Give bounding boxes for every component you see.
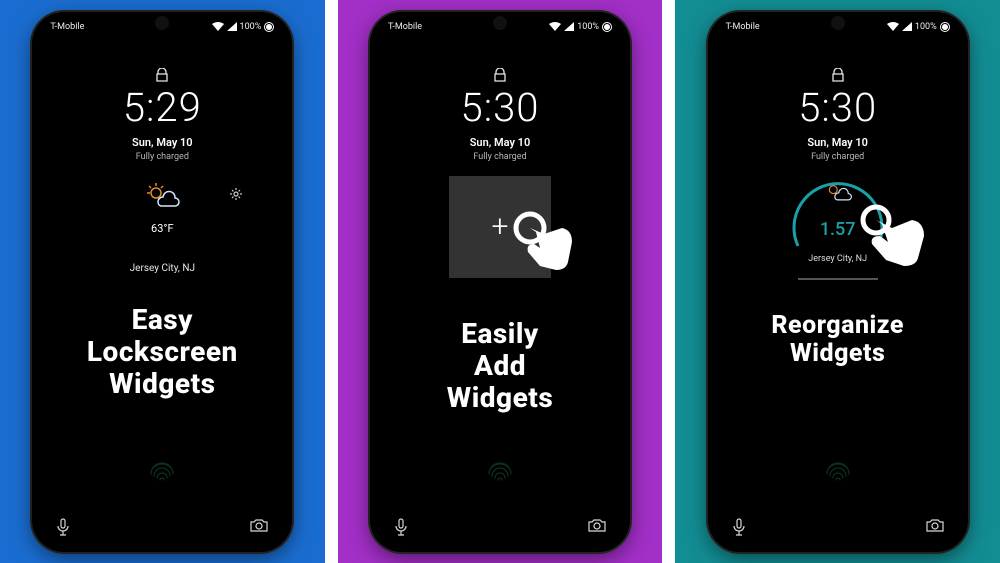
battery-text: 100% <box>915 22 937 32</box>
mic-icon[interactable] <box>394 518 408 536</box>
battery-icon <box>602 22 612 32</box>
clock-time: 5:29 <box>123 88 202 128</box>
camera-icon[interactable] <box>926 518 944 532</box>
lock-icon <box>156 68 168 82</box>
promo-panel-3: T-Mobile 100% 5:30 Sun, May 10 Fully cha… <box>675 0 1000 563</box>
promo-caption: ReorganizeWidgets <box>708 312 968 370</box>
charge-status: Fully charged <box>136 152 189 162</box>
status-bar: T-Mobile 100% <box>370 22 630 32</box>
battery-icon <box>940 22 950 32</box>
fingerprint-icon[interactable] <box>483 454 517 488</box>
fingerprint-icon[interactable] <box>821 454 855 488</box>
carrier-label: T-Mobile <box>50 22 84 32</box>
wifi-icon <box>887 22 899 31</box>
phone-frame: T-Mobile 100% 5:29 Sun, May 10 Fully cha… <box>32 12 292 552</box>
mic-icon[interactable] <box>732 518 746 536</box>
battery-icon <box>264 22 274 32</box>
bottom-shortcuts <box>32 518 292 536</box>
sun-cloud-icon <box>823 181 853 203</box>
drag-hand-icon <box>858 202 928 272</box>
charge-status: Fully charged <box>473 152 526 162</box>
clock-date: Sun, May 10 <box>132 136 193 149</box>
clock-date: Sun, May 10 <box>470 136 531 149</box>
clock-time: 5:30 <box>461 88 540 128</box>
temperature: 63°F <box>151 222 174 235</box>
promo-caption: EasyLockscreenWidgets <box>32 304 292 401</box>
phone-frame: T-Mobile 100% 5:30 Sun, May 10 Fully cha… <box>708 12 968 552</box>
status-icons: 100% <box>549 22 612 32</box>
status-icons: 100% <box>887 22 950 32</box>
camera-icon[interactable] <box>250 518 268 532</box>
clock-time: 5:30 <box>798 88 877 128</box>
signal-icon <box>564 22 574 31</box>
signal-icon <box>227 22 237 31</box>
promo-caption: EasilyAddWidgets <box>370 318 630 415</box>
promo-panel-2: T-Mobile 100% 5:30 Sun, May 10 Fully cha… <box>338 0 663 563</box>
carrier-label: T-Mobile <box>726 22 760 32</box>
camera-icon[interactable] <box>588 518 606 532</box>
battery-text: 100% <box>240 22 262 32</box>
status-icons: 100% <box>212 22 275 32</box>
clock-date: Sun, May 10 <box>807 136 868 149</box>
bottom-shortcuts <box>708 518 968 536</box>
tap-hand-icon <box>510 208 580 278</box>
lock-icon <box>832 68 844 82</box>
weather-widget[interactable]: 63°F Jersey City, NJ <box>32 182 292 274</box>
wifi-icon <box>212 22 224 31</box>
plus-icon: + <box>492 209 509 244</box>
lockscreen-header: 5:30 Sun, May 10 Fully charged <box>370 68 630 162</box>
charge-status: Fully charged <box>811 152 864 162</box>
carrier-label: T-Mobile <box>388 22 422 32</box>
gear-icon[interactable] <box>230 188 242 200</box>
lockscreen-header: 5:30 Sun, May 10 Fully charged <box>708 68 968 162</box>
phone-frame: T-Mobile 100% 5:30 Sun, May 10 Fully cha… <box>370 12 630 552</box>
status-bar: T-Mobile 100% <box>32 22 292 32</box>
wifi-icon <box>549 22 561 31</box>
lockscreen-header: 5:29 Sun, May 10 Fully charged <box>32 68 292 162</box>
bottom-shortcuts <box>370 518 630 536</box>
weather-location: Jersey City, NJ <box>130 263 195 274</box>
lock-icon <box>494 68 506 82</box>
signal-icon <box>902 22 912 31</box>
battery-text: 100% <box>577 22 599 32</box>
sun-cloud-icon <box>144 182 180 210</box>
status-bar: T-Mobile 100% <box>708 22 968 32</box>
widget-value: 1.57 <box>820 219 856 240</box>
promo-panel-1: T-Mobile 100% 5:29 Sun, May 10 Fully cha… <box>0 0 325 563</box>
mic-icon[interactable] <box>56 518 70 536</box>
divider <box>798 278 878 280</box>
fingerprint-icon[interactable] <box>145 454 179 488</box>
